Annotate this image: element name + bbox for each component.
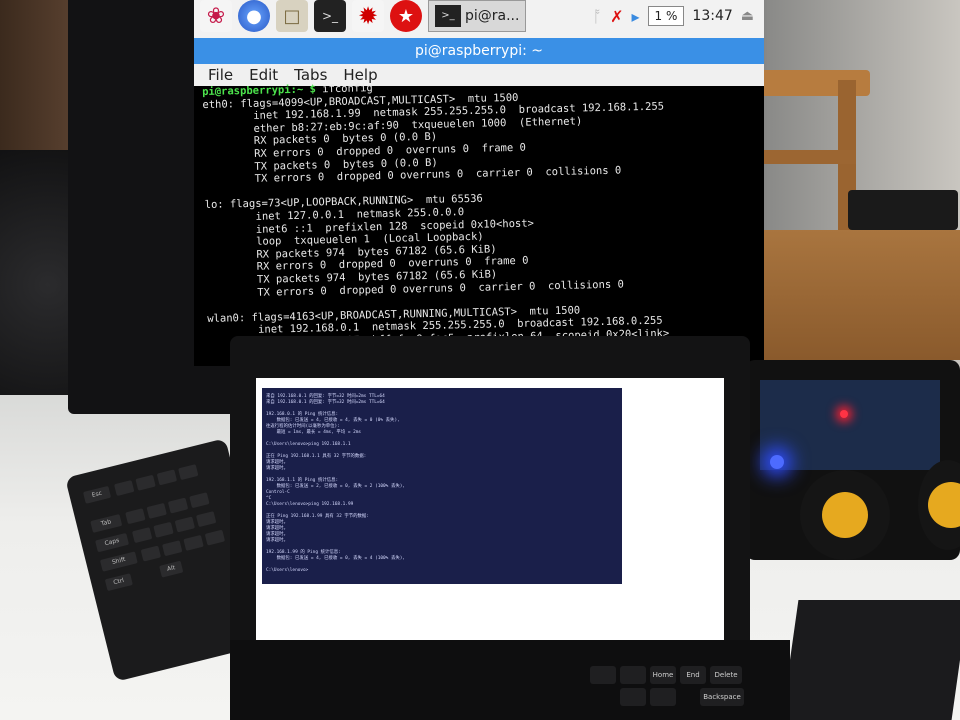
key	[140, 545, 162, 562]
key	[162, 540, 183, 557]
window-title: pi@raspberrypi: ~	[194, 38, 764, 64]
key	[590, 666, 616, 684]
key	[620, 666, 646, 684]
key	[131, 527, 153, 544]
key	[650, 688, 676, 706]
globe-browser-icon[interactable]: ●	[238, 0, 270, 32]
menu-edit[interactable]: Edit	[249, 64, 278, 86]
key	[114, 480, 135, 497]
key	[146, 502, 167, 519]
cmd-line: C:\Users\lenovo>	[266, 568, 309, 573]
network-disconnected-icon[interactable]: ✗	[610, 7, 623, 26]
key-shift: Shift	[99, 551, 138, 572]
key-tab: Tab	[90, 514, 123, 533]
system-tray: ᚩ ✗ ▸ 1 % 13:47 ⏏	[593, 6, 765, 26]
laptop-keyboard: Home End Delete Backspace	[230, 640, 790, 720]
key	[178, 464, 199, 481]
key-ctrl: Ctrl	[104, 573, 133, 592]
key	[189, 492, 210, 509]
key	[204, 529, 226, 546]
mathematica-icon[interactable]: ★	[390, 0, 422, 32]
menu-file[interactable]: File	[208, 64, 233, 86]
clock: 13:47	[692, 8, 733, 24]
key	[135, 474, 156, 491]
laptop-screen: 来自 192.168.0.1 的回复: 字节=32 时间=2ms TTL=64 来…	[256, 378, 724, 668]
key-alt: Alt	[159, 560, 184, 578]
robot-circuit-board	[760, 380, 940, 470]
raspberry-pi-menu-icon[interactable]: ❀	[200, 0, 232, 32]
wheel-hub	[822, 492, 868, 538]
folder-icon[interactable]: □	[276, 0, 308, 32]
terminal-lines: eth0: flags=4099<UP,BROADCAST,MULTICAST>…	[202, 91, 669, 366]
key-end: End	[680, 666, 706, 684]
key	[195, 511, 217, 528]
wifi-router	[848, 190, 958, 230]
key-esc: Esc	[82, 485, 112, 504]
terminal-icon[interactable]: >_	[314, 0, 346, 32]
terminal-task-icon: >_	[435, 5, 461, 27]
wheel-hub	[928, 482, 960, 528]
key	[125, 508, 146, 525]
key-home: Home	[650, 666, 676, 684]
bluetooth-icon[interactable]: ᚩ	[593, 7, 603, 26]
cmd-window[interactable]: 来自 192.168.0.1 的回复: 字节=32 时间=2ms TTL=64 来…	[262, 388, 622, 584]
cmd-output: 来自 192.168.0.1 的回复: 字节=32 时间=2ms TTL=64 来…	[266, 394, 618, 574]
task-label: pi@ra...	[465, 8, 520, 24]
cpu-monitor: 1 %	[647, 6, 685, 26]
key-backspace: Backspace	[700, 688, 744, 706]
key	[183, 534, 204, 551]
terminal-command: ifconfig	[322, 82, 373, 96]
terminal-task-button[interactable]: >_ pi@ra...	[428, 0, 527, 32]
volume-icon[interactable]: ▸	[632, 7, 640, 26]
blue-led	[770, 455, 784, 469]
key-caps: Caps	[95, 532, 130, 553]
mouse-pad	[781, 600, 960, 720]
red-led	[840, 410, 848, 418]
pi-taskbar: ❀ ● □ >_ ✹ ★ >_ pi@ra... ᚩ ✗ ▸ 1 % 13:47…	[194, 0, 764, 38]
wolfram-icon[interactable]: ✹	[352, 0, 384, 32]
wheel	[800, 470, 890, 560]
terminal-output[interactable]: pi@raspberrypi:~ $ ifconfig eth0: flags=…	[202, 73, 763, 366]
key	[153, 521, 174, 538]
eject-icon[interactable]: ⏏	[741, 8, 754, 24]
key	[620, 688, 646, 706]
key	[156, 469, 178, 486]
key-delete: Delete	[710, 666, 742, 684]
key	[167, 497, 189, 514]
key	[174, 516, 196, 533]
raspberry-pi-screen: ❀ ● □ >_ ✹ ★ >_ pi@ra... ᚩ ✗ ▸ 1 % 13:47…	[194, 0, 764, 366]
